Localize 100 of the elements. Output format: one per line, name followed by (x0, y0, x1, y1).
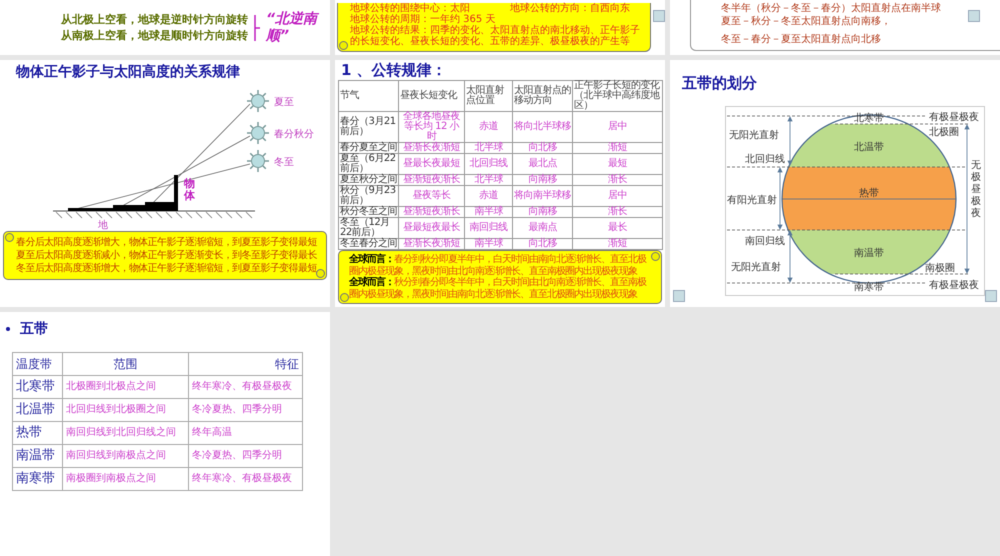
slide-text: 地球公转的结果：四季的变化、太阳直射点的南北移动、正午影子的长短变化、昼夜长短的变化、五带的差异、极昼极夜的产生等 (350, 25, 641, 47)
table-cell: 渐长 (572, 206, 662, 218)
table-cell: 最短 (572, 154, 662, 174)
sun-label: 夏至 (274, 97, 294, 108)
bracket-icon (254, 14, 260, 40)
table-cell: 秋分（9月23前后） (338, 186, 398, 206)
table-cell: 最长 (572, 218, 662, 238)
table-cell: 向南移 (512, 206, 572, 218)
zone-label: 北寒带 (854, 113, 884, 124)
table-cell: 昼渐长夜渐短 (398, 142, 464, 154)
column-header: 正午影子长短的变化（北半球中高纬度地区） (572, 80, 662, 112)
table-cell: 北回归线到北极圈之间 (62, 398, 188, 422)
sun-icon (247, 150, 269, 172)
ground-label: 地 (98, 220, 108, 231)
table-cell: 赤道 (464, 186, 512, 206)
column-header: 太阳直射点的移动方向 (512, 80, 572, 112)
scroll-text: 春分后太阳高度逐渐增大，物体正午影子逐渐缩短，到夏至影子变得最短 (16, 236, 318, 249)
motto-text: “北逆南顺” (266, 10, 320, 44)
table-cell: 昼渐短夜渐长 (398, 206, 464, 218)
table-cell: 北回归线 (464, 154, 512, 174)
sun-label: 春分秋分 (274, 129, 314, 140)
table-cell: 南回归线 (464, 218, 512, 238)
table-cell: 秋分冬至之间 (338, 206, 398, 218)
table-cell: 南寒带 (12, 468, 62, 490)
vertical-label: 无极昼极夜 (971, 160, 981, 219)
table-cell: 居中 (572, 186, 662, 206)
sun-label: 冬至 (274, 157, 294, 168)
scroll-text: 全球而言：春分到秋分即夏半年中，白天时间由南向北逐渐增长、直至北极圈内极昼现象，黑夜时间由北向南逐渐增长、直至南极圈内出现极夜现象 (349, 254, 648, 276)
table-cell: 夏至秋分之间 (338, 174, 398, 186)
table-cell: 终年寒冷、有极昼极夜 (188, 468, 302, 490)
table-cell: 冬冷夏热、四季分明 (188, 444, 302, 468)
table-cell: 向南移 (512, 174, 572, 186)
table-cell: 北极圈到北极点之间 (62, 376, 188, 398)
table-cell: 夏至（6月22前后） (338, 154, 398, 174)
square-icon (653, 10, 665, 22)
table-cell: 渐短 (572, 142, 662, 154)
latitude-label: 南回归线 (745, 236, 785, 247)
table-cell: 南极圈到南极点之间 (62, 468, 188, 490)
column-header: 节气 (338, 80, 398, 112)
table-cell: 热带 (12, 422, 62, 444)
table-cell: 北寒带 (12, 376, 62, 398)
table-cell: 南回归线到北回归线之间 (62, 422, 188, 444)
table-cell: 春分夏至之间 (338, 142, 398, 154)
sun-icon (247, 122, 269, 144)
latitude-label: 有极昼极夜 (929, 112, 979, 123)
double-arrow (777, 167, 783, 230)
latitude-label: 北极圈 (929, 127, 959, 138)
slide-text: 从南极上空看，地球是顺时针方向旋转 (61, 28, 248, 44)
table-cell: 冬冷夏热、四季分明 (188, 398, 302, 422)
column-header: 太阳直射点位置 (464, 80, 512, 112)
column-header: 特征 (188, 352, 302, 376)
table-cell: 冬至（12月22前后） (338, 218, 398, 238)
column-header: 范围 (62, 352, 188, 376)
table-cell: 北半球 (464, 142, 512, 154)
table-cell: 北半球 (464, 174, 512, 186)
table-cell: 渐长 (572, 174, 662, 186)
scroll-text: 夏至后太阳高度逐渐减小，物体正午影子逐渐变长，到冬至影子变得最长 (16, 249, 318, 262)
table-cell: 终年寒冷、有极昼极夜 (188, 376, 302, 398)
table-cell: 北温带 (12, 398, 62, 422)
table-cell: 将向南半球移 (512, 186, 572, 206)
slide-text: 从北极上空看，地球是逆时针方向旋转 (61, 12, 248, 28)
double-arrow (787, 116, 793, 166)
slide-text: 地球公转的周期：一年约 365 天 (350, 14, 496, 25)
table-cell: 昼夜等长 (398, 186, 464, 206)
table-cell: 昼最短夜最长 (398, 218, 464, 238)
sun-icon (247, 90, 269, 112)
table-cell: 南半球 (464, 206, 512, 218)
slide-title: 五带 (20, 320, 48, 338)
table-cell: 最南点 (512, 218, 572, 238)
object-label: 物体 (184, 177, 195, 202)
square-icon (968, 10, 980, 22)
column-header: 昼夜长短变化 (398, 80, 464, 112)
zone-label: 南寒带 (854, 282, 884, 293)
scroll-text: 冬至后太阳高度逐渐增大，物体正午影子逐渐缩短，到夏至影子变得最短 (16, 262, 318, 275)
slide-title: 五带的划分 (681, 73, 758, 92)
table-cell: 最北点 (512, 154, 572, 174)
scroll-text: 全球而言：秋分到春分即冬半年中，白天时间由北向南逐渐增长、直至南极圈内极昼现象，黑夜时间由南向北逐渐增长、直至北极圈内出现极夜现象 (349, 277, 648, 300)
table-cell: 南温带 (12, 444, 62, 468)
square-icon (985, 290, 997, 302)
latitude-label: 南极圈 (925, 263, 955, 274)
zone-label: 热带 (859, 188, 879, 199)
table-cell: 将向北半球移 (512, 112, 572, 142)
double-arrow (787, 230, 793, 283)
latitude-label: 有阳光直射 (727, 195, 777, 206)
slide-text: 夏至－秋分－冬至太阳直射点向南移， (721, 15, 891, 28)
latitude-label: 北回归线 (745, 154, 785, 165)
zone-label: 南温带 (854, 248, 884, 259)
slide-title: 物体正午影子与太阳高度的关系规律 (14, 62, 241, 81)
table-cell: 全球各地昼夜等长均 12 小时 (398, 112, 464, 142)
slide-text: 冬至－春分－夏至太阳直射点向北移 (721, 33, 881, 46)
slide-text: 冬半年（秋分－冬至－春分）太阳直射点在南半球 (721, 2, 941, 15)
slide-text: 地球公转的方向：自西向东 (510, 3, 630, 14)
table-cell: 终年高温 (188, 422, 302, 444)
table-cell: 南回归线到南极点之间 (62, 444, 188, 468)
column-header: 温度带 (12, 352, 62, 376)
table-cell: 居中 (572, 112, 662, 142)
table-cell: 昼渐短夜渐长 (398, 174, 464, 186)
bullet-icon (6, 327, 10, 331)
zone-label: 北温带 (854, 142, 884, 153)
table-cell: 赤道 (464, 112, 512, 142)
